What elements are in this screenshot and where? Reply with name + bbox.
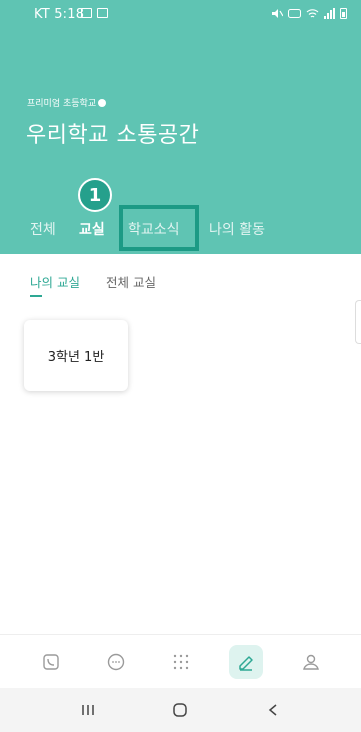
tab-classroom[interactable]: 교실 bbox=[79, 219, 105, 239]
nav-profile-button[interactable] bbox=[294, 645, 328, 679]
highlight-box bbox=[119, 205, 199, 251]
signal-icon bbox=[324, 8, 335, 19]
brand-label: 프리미엄 초등학교 bbox=[27, 99, 97, 109]
nav-write-button[interactable] bbox=[228, 644, 263, 679]
battery-icon bbox=[340, 8, 347, 19]
brand-icon bbox=[98, 98, 107, 107]
class-card[interactable]: 3학년 1반 bbox=[24, 320, 128, 391]
recent-apps-icon bbox=[82, 705, 94, 715]
lte-icon bbox=[288, 9, 301, 18]
bottom-nav bbox=[0, 634, 361, 688]
school-brand: 프리미엄 초등학교 bbox=[27, 96, 107, 109]
edge-panel-handle[interactable] bbox=[355, 300, 361, 344]
system-nav-bar bbox=[0, 688, 361, 732]
status-bar: KT 5:18 bbox=[0, 0, 361, 28]
chat-icon bbox=[107, 653, 124, 670]
pencil-icon bbox=[238, 655, 253, 671]
subtab-all-classrooms[interactable]: 전체 교실 bbox=[106, 272, 156, 291]
home-button[interactable] bbox=[160, 695, 200, 725]
step-badge: 1 bbox=[78, 178, 112, 212]
home-icon bbox=[173, 703, 188, 717]
app-screen: KT 5:18 프리미엄 초등학교 우리학교 소통공간 전체 교실 학교소식 나… bbox=[0, 0, 361, 732]
nav-grid-button[interactable] bbox=[164, 645, 198, 679]
back-button[interactable] bbox=[253, 695, 293, 725]
subtab-bar: 나의 교실 전체 교실 bbox=[0, 262, 361, 302]
recent-apps-button[interactable] bbox=[68, 695, 108, 725]
system-status-icons bbox=[271, 8, 347, 19]
class-card-label: 3학년 1반 bbox=[47, 350, 105, 365]
grid-dots-icon bbox=[173, 654, 188, 669]
wifi-icon bbox=[306, 9, 319, 18]
mute-icon bbox=[272, 9, 283, 18]
person-icon bbox=[302, 654, 319, 670]
page-title: 우리학교 소통공간 bbox=[26, 123, 200, 148]
status-time: KT 5:18 bbox=[34, 7, 85, 22]
tab-all[interactable]: 전체 bbox=[30, 219, 56, 239]
subtab-my-classroom[interactable]: 나의 교실 bbox=[30, 272, 80, 291]
nav-phone-button[interactable] bbox=[34, 645, 68, 679]
back-icon bbox=[268, 704, 277, 716]
subtab-indicator bbox=[30, 295, 42, 297]
gallery-icon bbox=[97, 8, 108, 18]
image-icon bbox=[81, 8, 92, 18]
notification-icons bbox=[81, 8, 108, 18]
nav-chat-button[interactable] bbox=[99, 645, 133, 679]
phone-icon bbox=[42, 653, 59, 670]
tab-my-activity[interactable]: 나의 활동 bbox=[209, 219, 265, 239]
